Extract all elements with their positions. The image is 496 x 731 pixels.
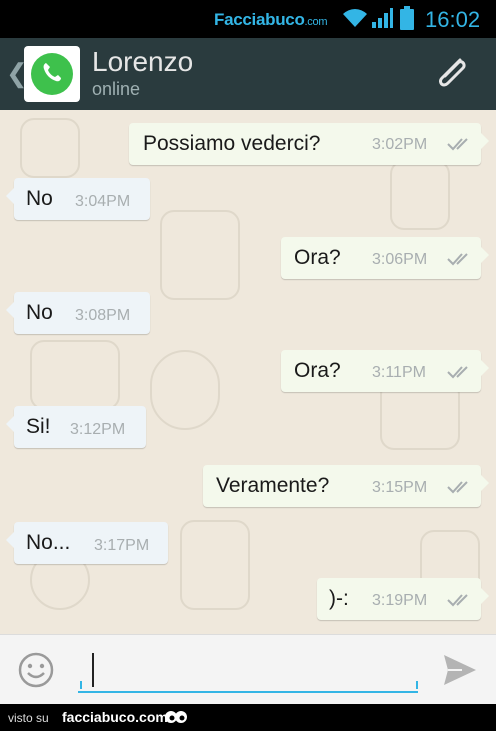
whatsapp-avatar-icon[interactable] (24, 46, 80, 102)
double-check-icon (447, 366, 468, 379)
message-time: 3:04PM (75, 193, 131, 210)
message-text: No (26, 187, 53, 210)
wallpaper-doodle (20, 118, 80, 178)
message-time: 3:15PM (372, 479, 428, 496)
emoji-icon[interactable] (18, 652, 54, 688)
message-time: 3:02PM (372, 136, 428, 153)
message-time: 3:08PM (75, 307, 131, 324)
signal-icon (372, 8, 393, 28)
double-check-icon (447, 481, 468, 494)
message-text: No... (26, 531, 71, 554)
message-bubble-incoming[interactable]: No 3:08PM (6, 292, 150, 334)
chat-area[interactable]: Possiamo vederci? 3:02PM No 3:04PM Ora? … (0, 110, 496, 634)
wallpaper-doodle (150, 350, 220, 430)
battery-icon (400, 6, 414, 30)
message-bubble-incoming[interactable]: Si! 3:12PM (6, 406, 146, 448)
contact-name[interactable]: Lorenzo (92, 46, 193, 78)
double-check-icon (447, 138, 468, 151)
footer-site-label[interactable]: facciabuco.com (62, 709, 168, 725)
brand-logo: Facciabuco.com (214, 10, 328, 29)
message-text: Si! (26, 415, 51, 438)
send-icon[interactable] (442, 653, 478, 687)
contact-status: online (92, 79, 141, 99)
message-bubble-outgoing[interactable]: Ora? 3:06PM (281, 237, 489, 279)
message-time: 3:19PM (372, 592, 428, 609)
message-text: Ora? (294, 246, 341, 269)
message-bubble-outgoing[interactable]: Possiamo vederci? 3:02PM (129, 123, 489, 165)
eyes-logo-icon (165, 711, 187, 723)
wallpaper-doodle (180, 520, 250, 610)
message-time: 3:06PM (372, 251, 428, 268)
wallpaper-doodle (390, 160, 450, 230)
paperclip-icon[interactable] (430, 52, 474, 96)
wallpaper-doodle (160, 210, 240, 300)
message-composer (0, 634, 496, 704)
double-check-icon (447, 253, 468, 266)
wallpaper-doodle (30, 340, 120, 410)
message-bubble-incoming[interactable]: No... 3:17PM (6, 522, 168, 564)
phone-icon (43, 63, 61, 82)
message-bubble-outgoing[interactable]: Ora? 3:11PM (281, 350, 489, 392)
message-input[interactable] (78, 649, 418, 693)
message-bubble-incoming[interactable]: No 3:04PM (6, 178, 150, 220)
status-clock: 16:02 (425, 7, 481, 32)
double-check-icon (447, 594, 468, 607)
message-text: No (26, 301, 53, 324)
message-time: 3:12PM (70, 421, 126, 438)
message-time: 3:17PM (94, 537, 150, 554)
message-text: Veramente? (216, 474, 330, 497)
message-bubble-outgoing[interactable]: Veramente? 3:15PM (203, 465, 489, 507)
wifi-icon (343, 9, 367, 27)
message-text: Possiamo vederci? (143, 132, 321, 155)
message-text: Ora? (294, 359, 341, 382)
text-caret (92, 653, 94, 687)
message-bubble-outgoing[interactable]: )-: 3:19PM (317, 578, 489, 620)
watermark-footer: visto su facciabuco.com (0, 704, 496, 731)
message-time: 3:11PM (372, 364, 426, 381)
chat-header: ❮ Lorenzo online (0, 38, 496, 110)
status-bar: Facciabuco.com 16:02 (0, 0, 496, 38)
message-text: )-: (329, 587, 349, 610)
footer-visto-label: visto su (8, 711, 49, 725)
